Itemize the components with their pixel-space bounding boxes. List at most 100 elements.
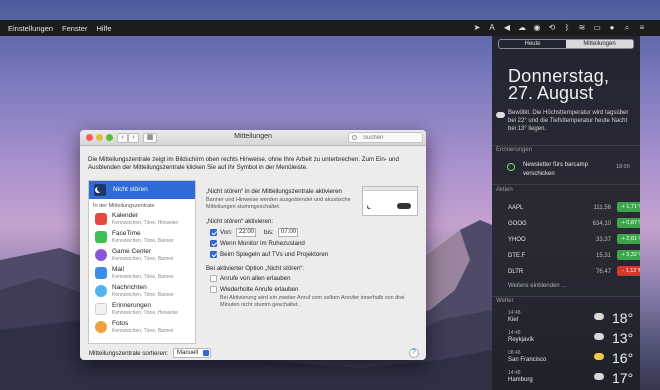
from-time-field[interactable]: 22:00 <box>236 228 256 237</box>
mirroring-checkbox[interactable] <box>210 251 217 258</box>
stock-change[interactable]: + 3,32 % <box>617 250 640 260</box>
volume-icon[interactable]: ◀ <box>503 24 511 32</box>
game-center-icon <box>95 249 107 261</box>
weather-row[interactable]: 14:48 Kiel 18° <box>508 310 638 328</box>
stock-row[interactable]: DLTR 76,47 - 1,12 % <box>508 266 640 278</box>
location-icon[interactable]: ➤ <box>473 24 481 32</box>
list-section-header: In der Mitteilungszentrale <box>93 203 155 209</box>
app-alert-style: Kennzeichen, Töne, Banner <box>112 238 174 244</box>
stock-row[interactable]: AAPL 111,56 + 1,71 % <box>508 202 640 214</box>
list-item[interactable]: Mail Kennzeichen, Töne, Banner <box>89 265 195 283</box>
minimize-button[interactable] <box>96 134 103 141</box>
app-alert-style: Kennzeichen, Töne, Banner <box>112 256 174 262</box>
stock-row[interactable]: DTE.F 15,31 + 3,32 % <box>508 250 640 262</box>
app-alert-style: Kennzeichen, Töne, Banner <box>112 274 174 280</box>
search-icon <box>352 135 357 140</box>
cloud-icon[interactable]: ☁ <box>518 24 526 32</box>
allow-calls-label: Anrufe von allen erlauben <box>220 275 291 282</box>
tab-today[interactable]: Heute <box>499 40 566 48</box>
sidebar-item-nicht-storen[interactable]: Nicht stören <box>89 181 195 199</box>
notification-center-tabs: Heute Mitteilungen <box>498 39 634 49</box>
repeated-calls-checkbox[interactable] <box>210 286 217 293</box>
mirroring-label: Beim Spiegeln auf TVs und Projektoren <box>220 251 329 258</box>
weather-temp: 16° <box>612 350 634 366</box>
battery-icon[interactable]: ▭ <box>593 24 601 32</box>
monitor-sleep-checkbox[interactable] <box>210 240 217 247</box>
weather-time: 14:48 <box>508 370 521 376</box>
reminder-checkbox[interactable] <box>507 163 515 171</box>
stock-symbol: YHOO <box>508 237 526 243</box>
menu-hilfe[interactable]: Hilfe <box>96 24 111 33</box>
search-input[interactable] <box>348 132 423 143</box>
bluetooth-icon[interactable]: ᛒ <box>563 24 571 32</box>
weather-row[interactable]: 14:48 Reykjavík 13° <box>508 330 638 348</box>
list-item[interactable]: Erinnerungen Kennzeichen, Töne, Hinweise <box>89 301 195 319</box>
to-time-field[interactable]: 07:00 <box>278 228 298 237</box>
toggle-switch-icon <box>397 203 411 209</box>
list-item[interactable]: Fotos Kennzeichen, Töne, Banner <box>89 319 195 337</box>
list-item[interactable]: Kalender Kennzeichen, Töne, Hinweise <box>89 211 195 229</box>
weather-row[interactable]: 14:48 Hamburg 17° <box>508 370 638 388</box>
dnd-heading: „Nicht stören“ in der Mitteilungszentral… <box>206 188 342 195</box>
close-button[interactable] <box>86 134 93 141</box>
wifi-icon[interactable]: ≋ <box>578 24 586 32</box>
stock-price: 634,10 <box>592 221 611 227</box>
back-button[interactable]: ‹ <box>117 133 128 143</box>
weather-city: Hamburg <box>508 377 533 383</box>
app-alert-style: Kennzeichen, Töne, Banner <box>112 328 174 334</box>
stock-price: 15,31 <box>595 253 611 259</box>
sort-label: Mitteilungszentrale sortieren: <box>89 350 169 357</box>
dnd-enable-label: „Nicht stören“ aktivieren: <box>206 218 274 225</box>
cloud-icon <box>594 313 604 320</box>
dnd-preview-image <box>362 186 418 216</box>
zoom-button[interactable] <box>106 134 113 141</box>
moon-icon <box>94 184 106 196</box>
show-all-grid-icon[interactable]: ▦ <box>143 133 157 143</box>
notification-center-icon[interactable]: ≡ <box>638 24 646 32</box>
help-button[interactable]: ? <box>409 348 419 358</box>
stock-change[interactable]: + 1,71 % <box>617 202 640 212</box>
font-icon[interactable]: A <box>488 24 496 32</box>
repeated-calls-sub: Bei Aktivierung wird ein zweiter Anruf v… <box>220 295 405 308</box>
stock-change[interactable]: + 0,87 % <box>617 218 640 228</box>
eye-icon[interactable]: ◉ <box>533 24 541 32</box>
app-list[interactable]: Nicht stören In der Mitteilungszentrale … <box>88 180 196 344</box>
stock-row[interactable]: YHOO 33,37 + 2,81 % <box>508 234 640 246</box>
sort-select[interactable]: Manuell <box>173 348 211 358</box>
app-name: Fotos <box>112 320 129 327</box>
divider <box>492 145 640 146</box>
weather-row[interactable]: 08:48 San Francisco 16° <box>508 350 638 368</box>
intro-description: Die Mitteilungszentrale zeigt im Bildsch… <box>88 156 399 171</box>
app-alert-style: Kennzeichen, Töne, Banner <box>112 292 174 298</box>
stock-price: 111,56 <box>593 205 611 211</box>
cloud-icon <box>496 112 505 118</box>
list-item[interactable]: FaceTime Kennzeichen, Töne, Banner <box>89 229 195 247</box>
reminder-title: Newsletter fürs barcamp verschicken <box>523 162 589 177</box>
list-item[interactable]: Nachrichten Kennzeichen, Töne, Banner <box>89 283 195 301</box>
date-heading: 27. August <box>508 83 594 103</box>
stock-row[interactable]: GOOG 634,10 + 0,87 % <box>508 218 640 230</box>
weather-city: Reykjavík <box>508 337 535 343</box>
photos-icon <box>95 321 107 333</box>
user-icon[interactable]: ● <box>608 24 616 32</box>
show-more-stocks-link[interactable]: Weitere einblenden ... <box>508 283 566 289</box>
from-label: Von: <box>220 229 233 236</box>
weather-time: 14:48 <box>508 330 521 336</box>
stock-change[interactable]: - 1,12 % <box>617 266 640 276</box>
time-range-checkbox[interactable] <box>210 229 217 236</box>
app-name: FaceTime <box>112 230 141 237</box>
menu-fenster[interactable]: Fenster <box>62 24 87 33</box>
facetime-icon <box>95 231 107 243</box>
time-machine-icon[interactable]: ⟲ <box>548 24 556 32</box>
stock-symbol: GOOG <box>508 221 527 227</box>
stock-price: 33,37 <box>595 237 611 243</box>
tab-notifications[interactable]: Mitteilungen <box>566 40 633 48</box>
weather-city: San Francisco <box>508 357 547 363</box>
list-item[interactable]: Game Center Kennzeichen, Töne, Banner <box>89 247 195 265</box>
spotlight-icon[interactable]: ⌕ <box>623 24 631 32</box>
forward-button[interactable]: › <box>128 133 139 143</box>
menu-einstellungen[interactable]: Einstellungen <box>8 24 53 33</box>
stock-change[interactable]: + 2,81 % <box>617 234 640 244</box>
app-name: Erinnerungen <box>112 302 152 309</box>
allow-calls-checkbox[interactable] <box>210 275 217 282</box>
